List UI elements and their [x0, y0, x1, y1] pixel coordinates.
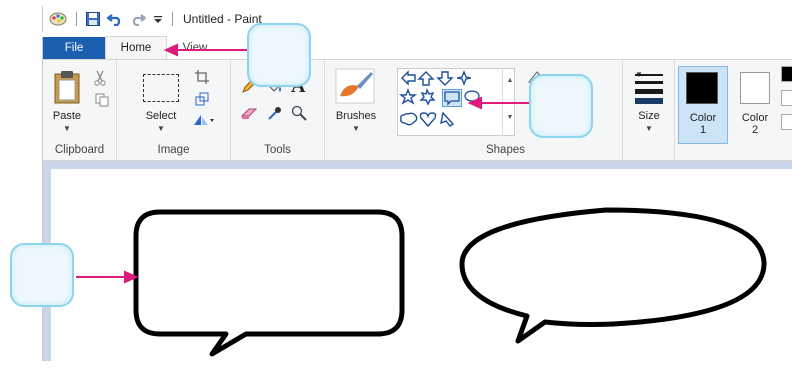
title-bar: Untitled - Paint	[42, 6, 792, 32]
clipboard-group: Paste ▼ Clipboard	[43, 60, 117, 160]
palette-color-empty[interactable]	[781, 114, 792, 130]
size-button[interactable]: Size ▼	[627, 110, 671, 135]
callout-box-canvas	[10, 243, 74, 307]
tab-home[interactable]: Home	[105, 36, 167, 59]
customize-icon[interactable]	[153, 14, 163, 24]
shapes-gallery[interactable]: ▲ ▼	[397, 68, 517, 137]
select-label: Select	[145, 110, 177, 122]
qat-separator	[172, 12, 173, 26]
color2-label: Color 2	[733, 112, 777, 136]
crop-icon[interactable]	[195, 70, 209, 84]
clipboard-group-label: Clipboard	[54, 144, 105, 156]
brushes-icon[interactable]	[335, 68, 375, 104]
color1-number: 1	[699, 124, 707, 136]
tab-file[interactable]: File	[43, 37, 105, 59]
shapes-gallery-scrollbar[interactable]: ▲ ▼	[502, 69, 517, 137]
paint-window: Untitled - Paint File Home View Paste ▼ C…	[0, 0, 792, 369]
rotate-icon[interactable]	[193, 114, 215, 126]
size-label: Size	[638, 110, 660, 122]
color1-swatch	[686, 72, 718, 104]
redo-icon[interactable]	[130, 12, 146, 26]
chevron-down-icon: ▼	[352, 124, 360, 133]
image-group: Select ▼ Image	[117, 60, 231, 160]
chevron-down-icon: ▼	[63, 124, 71, 133]
qat-separator	[76, 12, 77, 26]
callout-box-shape	[529, 74, 593, 138]
color-picker-icon[interactable]	[267, 105, 283, 121]
color2-number: 2	[751, 124, 759, 136]
cut-icon[interactable]	[93, 70, 107, 86]
palette-color-white[interactable]	[781, 90, 792, 106]
palette-color-black[interactable]	[781, 66, 792, 82]
image-group-label: Image	[157, 144, 190, 156]
color2-label-text: Color	[741, 112, 769, 124]
brushes-button[interactable]: Brushes ▼	[331, 110, 381, 135]
oval-callout-shape-icon[interactable]	[464, 90, 480, 104]
tools-group-label: Tools	[264, 144, 291, 156]
color1-label-text: Color	[689, 112, 717, 124]
brushes-group: Brushes ▼	[325, 60, 389, 160]
paste-button[interactable]: Paste ▼	[45, 110, 89, 135]
rounded-callout-shape-icon[interactable]	[442, 89, 462, 107]
color1-label: Color 1	[678, 112, 728, 136]
select-button[interactable]: Select ▼	[139, 110, 183, 135]
chevron-down-icon: ▼	[157, 124, 165, 133]
copy-icon[interactable]	[95, 93, 109, 107]
select-icon[interactable]	[143, 74, 179, 102]
brushes-label: Brushes	[335, 110, 377, 122]
save-icon[interactable]	[86, 12, 100, 26]
color2-swatch[interactable]	[740, 72, 770, 104]
eraser-icon[interactable]	[241, 106, 259, 120]
paint-app-icon[interactable]	[49, 11, 67, 27]
quick-access-toolbar	[43, 11, 175, 27]
paste-icon[interactable]	[53, 70, 81, 104]
resize-icon[interactable]	[195, 92, 209, 106]
magnifier-icon[interactable]	[291, 105, 307, 121]
tab-view[interactable]: View	[167, 37, 223, 59]
drawing-canvas[interactable]	[51, 169, 792, 369]
callout-box-home-tab	[247, 23, 311, 87]
canvas-workspace	[42, 161, 792, 369]
ribbon: Paste ▼ Clipboard Select ▼ Image Tools B…	[42, 59, 792, 161]
window-title: Untitled - Paint	[183, 12, 262, 26]
size-group: Size ▼	[623, 60, 675, 160]
shapes-group-label: Shapes	[485, 144, 525, 156]
chevron-down-icon: ▼	[645, 124, 653, 133]
undo-icon[interactable]	[107, 12, 123, 26]
ribbon-tabs: File Home View	[42, 36, 792, 59]
paste-label: Paste	[52, 110, 82, 122]
